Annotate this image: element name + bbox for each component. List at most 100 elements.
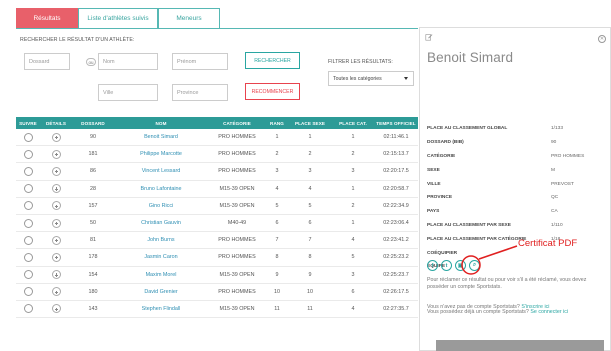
follow-radio[interactable] [16, 132, 40, 142]
athlete-name-link[interactable]: John Burns [114, 237, 208, 243]
details-expand[interactable] [40, 218, 72, 228]
plus-circle-icon[interactable] [51, 149, 61, 159]
reset-button[interactable]: RECOMMENCER [245, 83, 300, 100]
athlete-name-link[interactable]: Stephen Flindall [114, 306, 208, 312]
header-bib: DOSSARD [81, 120, 105, 126]
follow-radio[interactable] [16, 184, 40, 194]
table-row: 50 Christian Gauvin M40-49 6 6 1 02:23:06.4 [16, 215, 418, 233]
follow-radio[interactable] [16, 235, 40, 245]
search-title: RECHERCHER LE RÉSULTAT D'UN ATHLÈTE: [20, 37, 135, 43]
follow-radio[interactable] [16, 149, 40, 159]
last-name-field[interactable]: Nom [98, 53, 158, 70]
details-expand[interactable] [40, 166, 72, 176]
sex-place-cell: 4 [308, 185, 312, 192]
tab-results[interactable]: Résultats [16, 8, 78, 28]
facebook-icon[interactable]: f [427, 260, 438, 271]
radio-icon[interactable] [23, 235, 33, 245]
athlete-name-link[interactable]: Jasmin Caron [114, 254, 208, 260]
radio-icon[interactable] [23, 201, 33, 211]
detail-label: PLACE AU CLASSEMENT PAR SEXE [427, 222, 511, 228]
detail-value: CA [551, 209, 558, 215]
radio-icon[interactable] [23, 132, 33, 142]
bib-field[interactable]: Dossard [24, 53, 70, 70]
search-button[interactable]: RECHERCHER [245, 52, 300, 69]
follow-radio[interactable] [16, 287, 40, 297]
details-expand[interactable] [40, 132, 72, 142]
tab-leaders[interactable]: Meneurs [158, 8, 220, 28]
sex-place-cell: 5 [308, 202, 312, 209]
category-filter-select[interactable]: Toutes les catégories [328, 71, 414, 86]
radio-icon[interactable] [23, 166, 33, 176]
cat-place-cell: 3 [351, 168, 355, 175]
follow-radio[interactable] [16, 201, 40, 211]
details-expand[interactable] [40, 270, 72, 280]
detail-row: PLACE AU CLASSEMENT GLOBAL 1/133 [427, 122, 607, 136]
login-link[interactable]: Se connecter ici [530, 309, 568, 315]
cat-place-cell: 5 [351, 254, 355, 261]
bib-cell: 90 [90, 134, 96, 141]
radio-icon[interactable] [23, 287, 33, 297]
province-field[interactable]: Province [172, 84, 228, 101]
details-expand[interactable] [40, 287, 72, 297]
twitter-icon[interactable]: t [441, 260, 452, 271]
category-filter-value: Toutes les catégories [333, 75, 382, 82]
category-cell: PRO HOMMES [218, 288, 256, 295]
detail-row: CATÉGORIE PRO HOMMES [427, 150, 607, 164]
radio-icon[interactable] [23, 304, 33, 314]
plus-circle-icon[interactable] [51, 218, 61, 228]
cat-place-cell: 1 [351, 220, 355, 227]
table-row: 143 Stephen Flindall M15-39 OPEN 11 11 4 02:27… [16, 301, 418, 319]
rank-cell: 8 [275, 254, 279, 261]
claim-text: Pour réclamer ce résultat ou pour voir s… [427, 277, 587, 290]
details-expand[interactable] [40, 252, 72, 262]
first-name-field[interactable]: Prénom [172, 53, 228, 70]
follow-radio[interactable] [16, 270, 40, 280]
details-expand[interactable] [40, 149, 72, 159]
radio-icon[interactable] [23, 184, 33, 194]
plus-circle-icon[interactable] [51, 235, 61, 245]
details-expand[interactable] [40, 235, 72, 245]
radio-icon[interactable] [23, 218, 33, 228]
details-expand[interactable] [40, 304, 72, 314]
athlete-name-link[interactable]: Maxim Morel [114, 272, 208, 278]
official-time-cell: 02:26:17.5 [383, 288, 409, 295]
athlete-name-link[interactable]: Gino Ricci [114, 203, 208, 209]
tab-followed-athletes[interactable]: Liste d'athlètes suivis [78, 8, 158, 28]
plus-circle-icon[interactable] [51, 304, 61, 314]
detail-label: SEXE [427, 167, 440, 173]
official-time-cell: 02:25:23.2 [383, 254, 409, 261]
plus-circle-icon[interactable] [51, 166, 61, 176]
follow-radio[interactable] [16, 166, 40, 176]
plus-circle-icon[interactable] [51, 184, 61, 194]
bib-cell: 28 [90, 185, 96, 192]
radio-icon[interactable] [23, 270, 33, 280]
radio-icon[interactable] [23, 252, 33, 262]
city-field[interactable]: Ville [98, 84, 158, 101]
plus-circle-icon[interactable] [51, 252, 61, 262]
sex-place-cell: 6 [308, 220, 312, 227]
detail-label: PROVINCE [427, 195, 453, 201]
athlete-name-link[interactable]: Bruno Lafontaine [114, 186, 208, 192]
close-icon[interactable]: ✕ [598, 35, 606, 43]
radio-icon[interactable] [23, 149, 33, 159]
follow-radio[interactable] [16, 252, 40, 262]
follow-radio[interactable] [16, 218, 40, 228]
pdf-icon[interactable]: ▣ [455, 260, 466, 271]
athlete-name-link[interactable]: Benoit Simard [114, 134, 208, 140]
search-icon[interactable]: ⌕ [469, 260, 480, 271]
athlete-name-link[interactable]: Philippe Marcotte [114, 151, 208, 157]
plus-circle-icon[interactable] [51, 287, 61, 297]
plus-circle-icon[interactable] [51, 270, 61, 280]
plus-circle-icon[interactable] [51, 132, 61, 142]
athlete-name-link[interactable]: Christian Gauvin [114, 220, 208, 226]
details-expand[interactable] [40, 201, 72, 211]
edit-icon[interactable] [425, 33, 433, 41]
detail-value: PRO HOMMES [551, 153, 585, 159]
plus-circle-icon[interactable] [51, 201, 61, 211]
athlete-name-link[interactable]: Vincent Lessard [114, 168, 208, 174]
results-table: SUIVRE DÉTAILS DOSSARD NOM CATÉGORIE RAN… [16, 117, 418, 319]
details-expand[interactable] [40, 184, 72, 194]
athlete-name-link[interactable]: David Grenier [114, 289, 208, 295]
follow-radio[interactable] [16, 304, 40, 314]
header-official-time: TEMPS OFFICIEL [376, 120, 416, 126]
